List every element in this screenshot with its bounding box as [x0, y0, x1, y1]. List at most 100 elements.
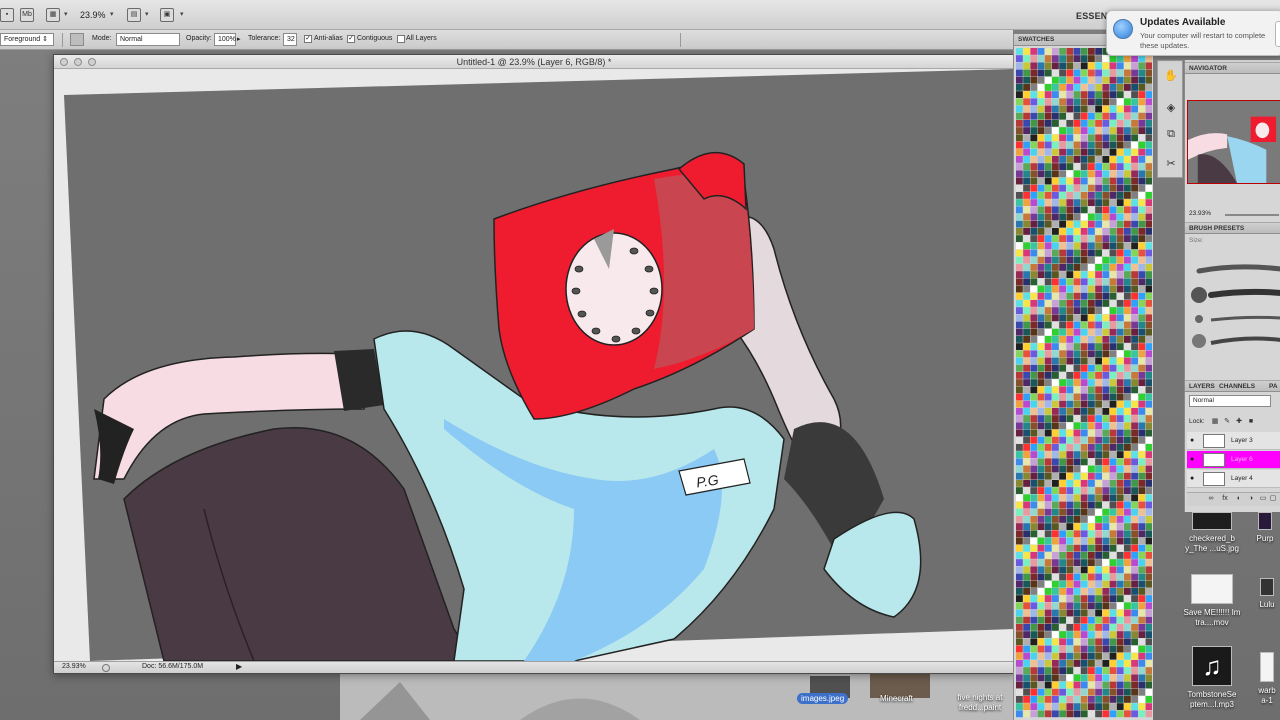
swatch[interactable] — [1131, 62, 1138, 70]
swatch[interactable] — [1073, 472, 1081, 480]
swatch[interactable] — [1044, 681, 1052, 689]
swatch[interactable] — [1131, 84, 1138, 91]
swatch[interactable] — [1016, 530, 1023, 538]
swatch[interactable] — [1080, 681, 1088, 689]
swatch[interactable] — [1030, 451, 1038, 458]
swatch[interactable] — [1023, 559, 1030, 566]
swatch[interactable] — [1044, 379, 1052, 386]
swatch[interactable] — [1109, 487, 1117, 494]
swatch[interactable] — [1124, 156, 1131, 163]
swatch[interactable] — [1138, 264, 1146, 271]
swatch[interactable] — [1052, 105, 1059, 113]
swatch[interactable] — [1016, 480, 1023, 487]
swatch[interactable] — [1066, 408, 1074, 415]
swatch[interactable] — [1116, 573, 1124, 581]
swatch[interactable] — [1059, 235, 1066, 242]
swatch[interactable] — [1131, 444, 1138, 451]
swatch[interactable] — [1066, 544, 1074, 552]
swatch[interactable] — [1131, 321, 1138, 329]
swatch[interactable] — [1116, 242, 1124, 250]
swatch[interactable] — [1066, 595, 1074, 602]
swatch[interactable] — [1131, 177, 1138, 185]
swatch[interactable] — [1095, 206, 1102, 214]
swatch[interactable] — [1052, 386, 1059, 394]
swatch[interactable] — [1095, 242, 1102, 250]
tab-layers[interactable]: LAYERS — [1189, 383, 1215, 390]
swatch[interactable] — [1030, 235, 1038, 242]
swatch[interactable] — [1030, 336, 1038, 343]
swatch[interactable] — [1052, 415, 1059, 422]
swatch[interactable] — [1145, 120, 1152, 127]
swatch[interactable] — [1080, 573, 1088, 581]
swatch[interactable] — [1059, 624, 1066, 631]
swatch[interactable] — [1109, 105, 1117, 113]
swatch[interactable] — [1095, 328, 1102, 336]
swatch[interactable] — [1102, 170, 1110, 178]
swatch[interactable] — [1109, 451, 1117, 458]
swatch[interactable] — [1037, 537, 1045, 545]
swatch[interactable] — [1044, 213, 1052, 221]
swatch[interactable] — [1016, 516, 1023, 523]
swatch[interactable] — [1145, 184, 1152, 192]
swatch[interactable] — [1037, 328, 1045, 336]
swatch[interactable] — [1023, 120, 1030, 127]
swatch[interactable] — [1023, 292, 1030, 300]
swatch[interactable] — [1052, 156, 1059, 163]
swatch[interactable] — [1138, 141, 1146, 149]
swatch[interactable] — [1066, 364, 1074, 372]
swatch[interactable] — [1044, 321, 1052, 329]
all-layers-checkbox[interactable] — [397, 35, 405, 43]
swatch[interactable] — [1088, 91, 1095, 98]
swatch[interactable] — [1138, 652, 1146, 660]
swatch[interactable] — [1095, 278, 1102, 286]
swatch[interactable] — [1023, 436, 1030, 444]
swatch[interactable] — [1080, 552, 1088, 559]
swatch[interactable] — [1095, 228, 1102, 235]
swatch[interactable] — [1066, 69, 1074, 77]
swatch[interactable] — [1030, 667, 1038, 674]
swatch[interactable] — [1095, 422, 1102, 430]
swatch[interactable] — [1066, 98, 1074, 106]
swatch[interactable] — [1131, 184, 1138, 192]
swatch[interactable] — [1044, 328, 1052, 336]
swatch[interactable] — [1145, 688, 1152, 696]
swatch[interactable] — [1088, 602, 1095, 610]
swatch[interactable] — [1080, 667, 1088, 674]
swatch[interactable] — [1044, 141, 1052, 149]
swatch[interactable] — [1016, 278, 1023, 286]
swatch[interactable] — [1059, 307, 1066, 314]
swatch[interactable] — [1116, 616, 1124, 624]
swatch[interactable] — [1102, 566, 1110, 574]
swatch[interactable] — [1080, 616, 1088, 624]
swatch[interactable] — [1059, 285, 1066, 293]
swatch[interactable] — [1052, 530, 1059, 538]
swatch[interactable] — [1116, 710, 1124, 718]
swatch[interactable] — [1016, 264, 1023, 271]
swatch[interactable] — [1016, 220, 1023, 228]
swatch[interactable] — [1016, 559, 1023, 566]
swatch[interactable] — [1116, 372, 1124, 379]
swatch[interactable] — [1088, 120, 1095, 127]
swatch[interactable] — [1044, 451, 1052, 458]
swatch[interactable] — [1088, 667, 1095, 674]
swatch[interactable] — [1145, 516, 1152, 523]
swatch[interactable] — [1016, 62, 1023, 70]
swatch[interactable] — [1059, 674, 1066, 682]
tab-paths[interactable]: PA — [1269, 383, 1278, 390]
swatch[interactable] — [1037, 278, 1045, 286]
swatch[interactable] — [1066, 76, 1074, 84]
swatch[interactable] — [1044, 580, 1052, 588]
swatch[interactable] — [1023, 177, 1030, 185]
swatch[interactable] — [1102, 523, 1110, 530]
swatch[interactable] — [1052, 616, 1059, 624]
swatch[interactable] — [1037, 170, 1045, 178]
swatch[interactable] — [1052, 242, 1059, 250]
swatch[interactable] — [1023, 415, 1030, 422]
swatch[interactable] — [1037, 184, 1045, 192]
swatch[interactable] — [1088, 343, 1095, 350]
swatch[interactable] — [1044, 292, 1052, 300]
swatch[interactable] — [1037, 285, 1045, 293]
swatch[interactable] — [1102, 328, 1110, 336]
swatch[interactable] — [1080, 271, 1088, 278]
layer-mask-icon[interactable]: ◐ — [1235, 495, 1243, 503]
